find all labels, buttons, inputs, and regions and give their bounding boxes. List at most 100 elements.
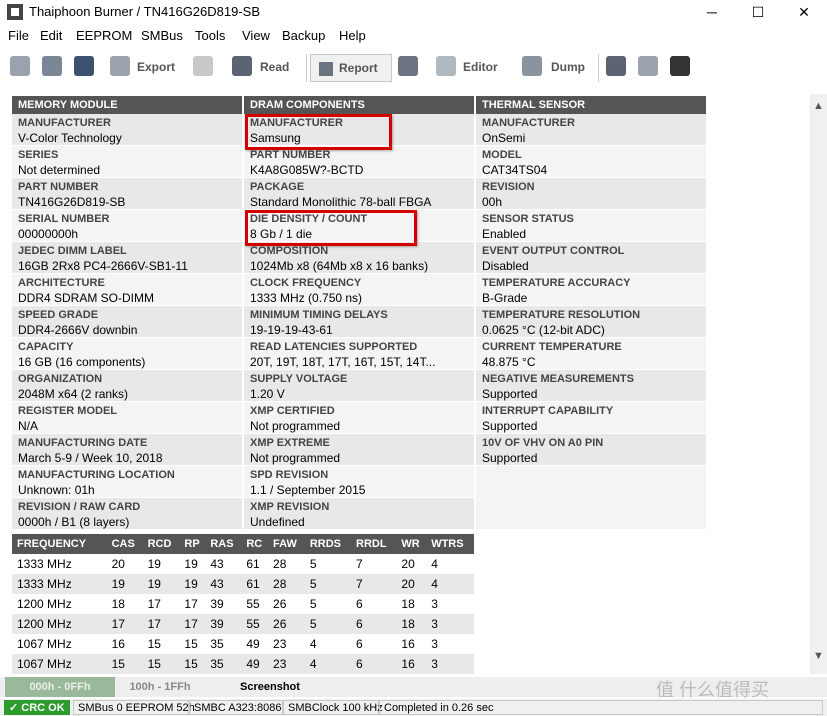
cell-label: SPD REVISION	[250, 469, 329, 481]
cell-value: Enabled	[482, 227, 527, 241]
lock-icon[interactable]	[193, 56, 213, 76]
cell-value: DDR4-2666V downbin	[18, 323, 138, 337]
timing-header: CAS	[106, 534, 143, 554]
highlight-box	[245, 114, 392, 150]
cell-label: ORGANIZATION	[18, 373, 103, 385]
report-label: Report	[339, 61, 378, 75]
info-cell: XMP EXTREME Not programmed	[244, 434, 474, 466]
settings-gears-icon[interactable]	[10, 56, 30, 76]
table-cell: 20	[396, 574, 427, 594]
cell-label: REGISTER MODEL	[18, 405, 118, 417]
oscilloscope-icon[interactable]	[670, 56, 690, 76]
cell-value: Disabled	[482, 259, 529, 273]
cell-value: Supported	[482, 387, 538, 401]
read-button[interactable]: Read	[260, 54, 289, 80]
table-cell: 17	[142, 614, 180, 634]
title-bar: Thaiphoon Burner / TN416G26D819-SB ─ ☐ ✕	[0, 0, 827, 24]
timing-header: WTRS	[426, 534, 474, 554]
table-cell: 16	[401, 637, 415, 651]
cell-label: TEMPERATURE RESOLUTION	[482, 309, 641, 321]
table-cell: 3	[426, 614, 474, 634]
cell-value: 16 GB (16 components)	[18, 355, 146, 369]
info-cell: TEMPERATURE RESOLUTION 0.0625 °C (12-bit …	[476, 306, 706, 338]
cell-value: V-Color Technology	[18, 131, 122, 145]
app-icon[interactable]	[7, 4, 23, 20]
editor-icon[interactable]	[436, 56, 456, 76]
cell-value: 16GB 2Rx8 PC4-2666V-SB1-11	[18, 259, 188, 273]
cell-label: ARCHITECTURE	[18, 277, 105, 289]
cell-label: JEDEC DIMM LABEL	[18, 245, 127, 257]
menu-backup[interactable]: Backup	[282, 28, 325, 43]
cell-label: MODEL	[482, 149, 522, 161]
table-cell: 20	[401, 557, 415, 571]
save-icon[interactable]	[74, 56, 94, 76]
maximize-button[interactable]: ☐	[735, 0, 781, 24]
info-cell: MANUFACTURER OnSemi	[476, 114, 706, 146]
info-cell: MANUFACTURER V-Color Technology	[12, 114, 242, 146]
menu-help[interactable]: Help	[339, 28, 366, 43]
tab-000h-0ffh[interactable]: 000h - 0FFh	[5, 677, 115, 697]
tab-screenshot[interactable]: Screenshot	[225, 677, 315, 697]
tab-100h-1ffh[interactable]: 100h - 1FFh	[115, 677, 205, 697]
cell-label: COMPOSITION	[250, 245, 329, 257]
table-cell: 15	[184, 637, 198, 651]
cell-value: 48.875 °C	[482, 355, 536, 369]
dump-icon[interactable]	[522, 56, 542, 76]
table-cell: 35	[210, 637, 224, 651]
cell-label: SPEED GRADE	[18, 309, 99, 321]
menu-view[interactable]: View	[242, 28, 270, 43]
table-cell: 1333 MHz	[12, 574, 107, 594]
table-cell: 55	[246, 597, 260, 611]
table-cell: 15	[147, 637, 161, 651]
cell-label: CAPACITY	[18, 341, 74, 353]
report-tab-button[interactable]: Report	[310, 54, 392, 82]
scroll-down-arrow-icon[interactable]: ▼	[810, 648, 827, 665]
editor-button[interactable]: Editor	[463, 54, 498, 80]
chip-search-icon[interactable]	[606, 56, 626, 76]
table-cell: 3	[431, 637, 438, 651]
memory-module-column: MEMORY MODULE MANUFACTURER V-Color Techno…	[12, 96, 242, 530]
open-folder-icon[interactable]	[42, 56, 62, 76]
menu-eeprom[interactable]: EEPROM	[76, 28, 132, 43]
export-icon[interactable]	[110, 56, 130, 76]
export-button[interactable]: Export	[137, 54, 175, 80]
menu-tools[interactable]: Tools	[195, 28, 225, 43]
cell-value: Standard Monolithic 78-ball FBGA	[250, 195, 432, 209]
window-title: Thaiphoon Burner / TN416G26D819-SB	[29, 4, 261, 19]
timing-header: RCD	[142, 534, 180, 554]
wrench-icon[interactable]	[398, 56, 418, 76]
cell-label: SENSOR STATUS	[482, 213, 574, 225]
table-row: 1200 MHz 17 17 17 39 55 26 5 6 18 3	[12, 614, 474, 634]
copy-icon[interactable]	[638, 56, 658, 76]
cell-value: 19-19-19-43-61	[250, 323, 333, 337]
cell-label: INTERRUPT CAPABILITY	[482, 405, 614, 417]
table-cell: 6	[356, 637, 363, 651]
table-cell: 61	[241, 574, 269, 594]
dump-button[interactable]: Dump	[551, 54, 585, 80]
table-cell: 1067 MHz	[17, 637, 72, 651]
info-cell: MODEL CAT34TS04	[476, 146, 706, 178]
vertical-scrollbar[interactable]: ▲ ▼	[810, 94, 827, 674]
cell-label: SERIES	[18, 149, 59, 161]
info-cell: PACKAGE Standard Monolithic 78-ball FBGA	[244, 178, 474, 210]
info-cell: MINIMUM TIMING DELAYS 19-19-19-43-61	[244, 306, 474, 338]
minimize-button[interactable]: ─	[689, 0, 735, 24]
cell-label: XMP CERTIFIED	[250, 405, 335, 417]
read-magnifier-icon[interactable]	[232, 56, 252, 76]
cell-value: 1024Mb x8 (64Mb x8 x 16 banks)	[250, 259, 429, 273]
info-cell: JEDEC DIMM LABEL 16GB 2Rx8 PC4-2666V-SB1-…	[12, 242, 242, 274]
cell-label: MANUFACTURING DATE	[18, 437, 148, 449]
scroll-up-arrow-icon[interactable]: ▲	[810, 98, 827, 115]
menu-file[interactable]: File	[8, 28, 29, 43]
menu-smbus[interactable]: SMBus	[141, 28, 183, 43]
cell-value: 20T, 19T, 18T, 17T, 16T, 15T, 14T...	[250, 355, 436, 369]
table-cell: 55	[241, 614, 269, 634]
close-button[interactable]: ✕	[781, 0, 827, 24]
info-cell: SENSOR STATUS Enabled	[476, 210, 706, 242]
menu-edit[interactable]: Edit	[40, 28, 62, 43]
cell-value: 2048M x64 (2 ranks)	[18, 387, 129, 401]
table-cell: 17	[147, 597, 161, 611]
info-cell: COMPOSITION 1024Mb x8 (64Mb x8 x 16 banks…	[244, 242, 474, 274]
info-cell: ORGANIZATION 2048M x64 (2 ranks)	[12, 370, 242, 402]
table-cell: 3	[431, 597, 438, 611]
